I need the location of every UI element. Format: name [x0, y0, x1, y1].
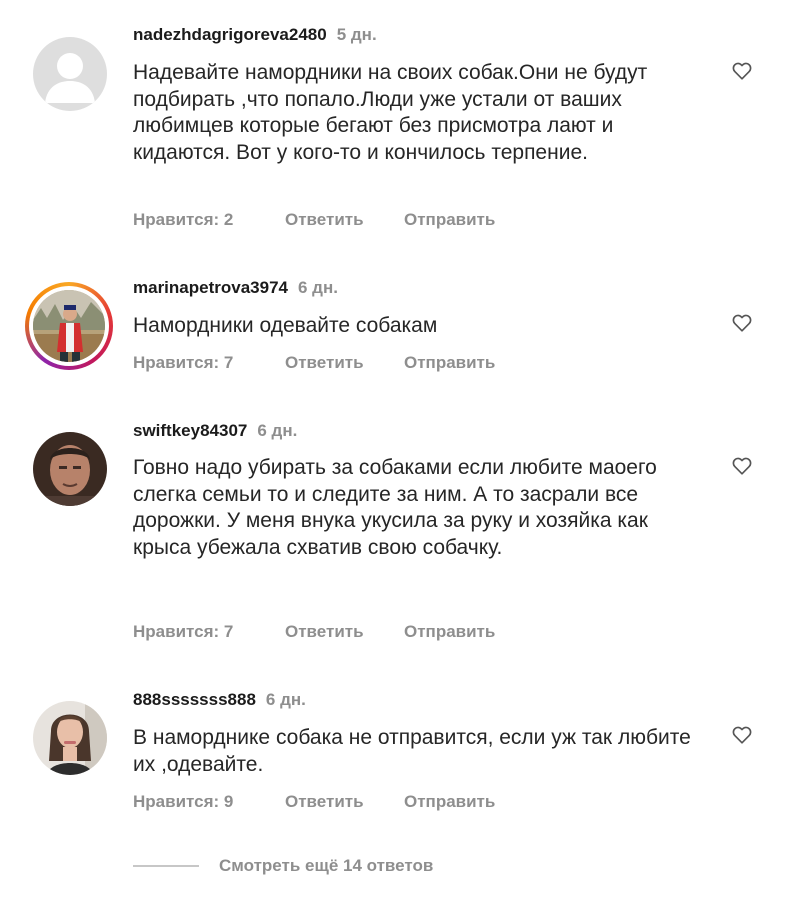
username[interactable]: nadezhdagrigoreva2480: [133, 25, 327, 44]
comment-header: 888sssssss888 6 дн.: [133, 689, 306, 711]
avatar-story-ring[interactable]: [25, 282, 113, 370]
comment-actions: Нравится: 2 Ответить Отправить: [133, 209, 495, 231]
send-button[interactable]: Отправить: [404, 621, 495, 643]
comment-text: В наморднике собака не отправится, если …: [133, 726, 691, 776]
reply-button[interactable]: Ответить: [285, 352, 404, 374]
comment-header: swiftkey84307 6 дн.: [133, 420, 297, 442]
send-button[interactable]: Отправить: [404, 352, 495, 374]
view-more-replies-label: Смотреть ещё 14 ответов: [219, 856, 434, 875]
timestamp: 5 дн.: [336, 25, 377, 44]
heart-outline-icon[interactable]: [731, 455, 753, 477]
comment-header: nadezhdagrigoreva2480 5 дн.: [133, 24, 377, 46]
reply-button[interactable]: Ответить: [285, 209, 404, 231]
heart-outline-icon[interactable]: [731, 724, 753, 746]
send-button[interactable]: Отправить: [404, 209, 495, 231]
comment-text: Говно надо убирать за собаками если люби…: [133, 456, 657, 559]
avatar: [33, 290, 105, 362]
comment-actions: Нравится: 9 Ответить Отправить: [133, 791, 495, 813]
default-user-silhouette-icon: [45, 53, 95, 103]
likes-count[interactable]: Нравится: 2: [133, 209, 285, 231]
avatar[interactable]: [33, 37, 107, 111]
comment-actions: Нравится: 7 Ответить Отправить: [133, 352, 495, 374]
timestamp: 6 дн.: [265, 690, 306, 709]
send-button[interactable]: Отправить: [404, 791, 495, 813]
username[interactable]: marinapetrova3974: [133, 278, 288, 297]
comment-header: marinapetrova3974 6 дн.: [133, 277, 338, 299]
likes-count[interactable]: Нравится: 7: [133, 352, 285, 374]
likes-count[interactable]: Нравится: 7: [133, 621, 285, 643]
reply-button[interactable]: Ответить: [285, 791, 404, 813]
username[interactable]: swiftkey84307: [133, 421, 247, 440]
heart-outline-icon[interactable]: [731, 60, 753, 82]
timestamp: 6 дн.: [257, 421, 298, 440]
username[interactable]: 888sssssss888: [133, 690, 256, 709]
timestamp: 6 дн.: [297, 278, 338, 297]
comment-actions: Нравится: 7 Ответить Отправить: [133, 621, 495, 643]
comment-text: Намордники одевайте собакам: [133, 314, 438, 337]
comment-text: Надевайте намордники на своих собак.Они …: [133, 61, 648, 164]
avatar[interactable]: [33, 701, 107, 775]
reply-button[interactable]: Ответить: [285, 621, 404, 643]
likes-count[interactable]: Нравится: 9: [133, 791, 285, 813]
heart-outline-icon[interactable]: [731, 312, 753, 334]
divider-line: [133, 865, 199, 867]
avatar[interactable]: [33, 432, 107, 506]
